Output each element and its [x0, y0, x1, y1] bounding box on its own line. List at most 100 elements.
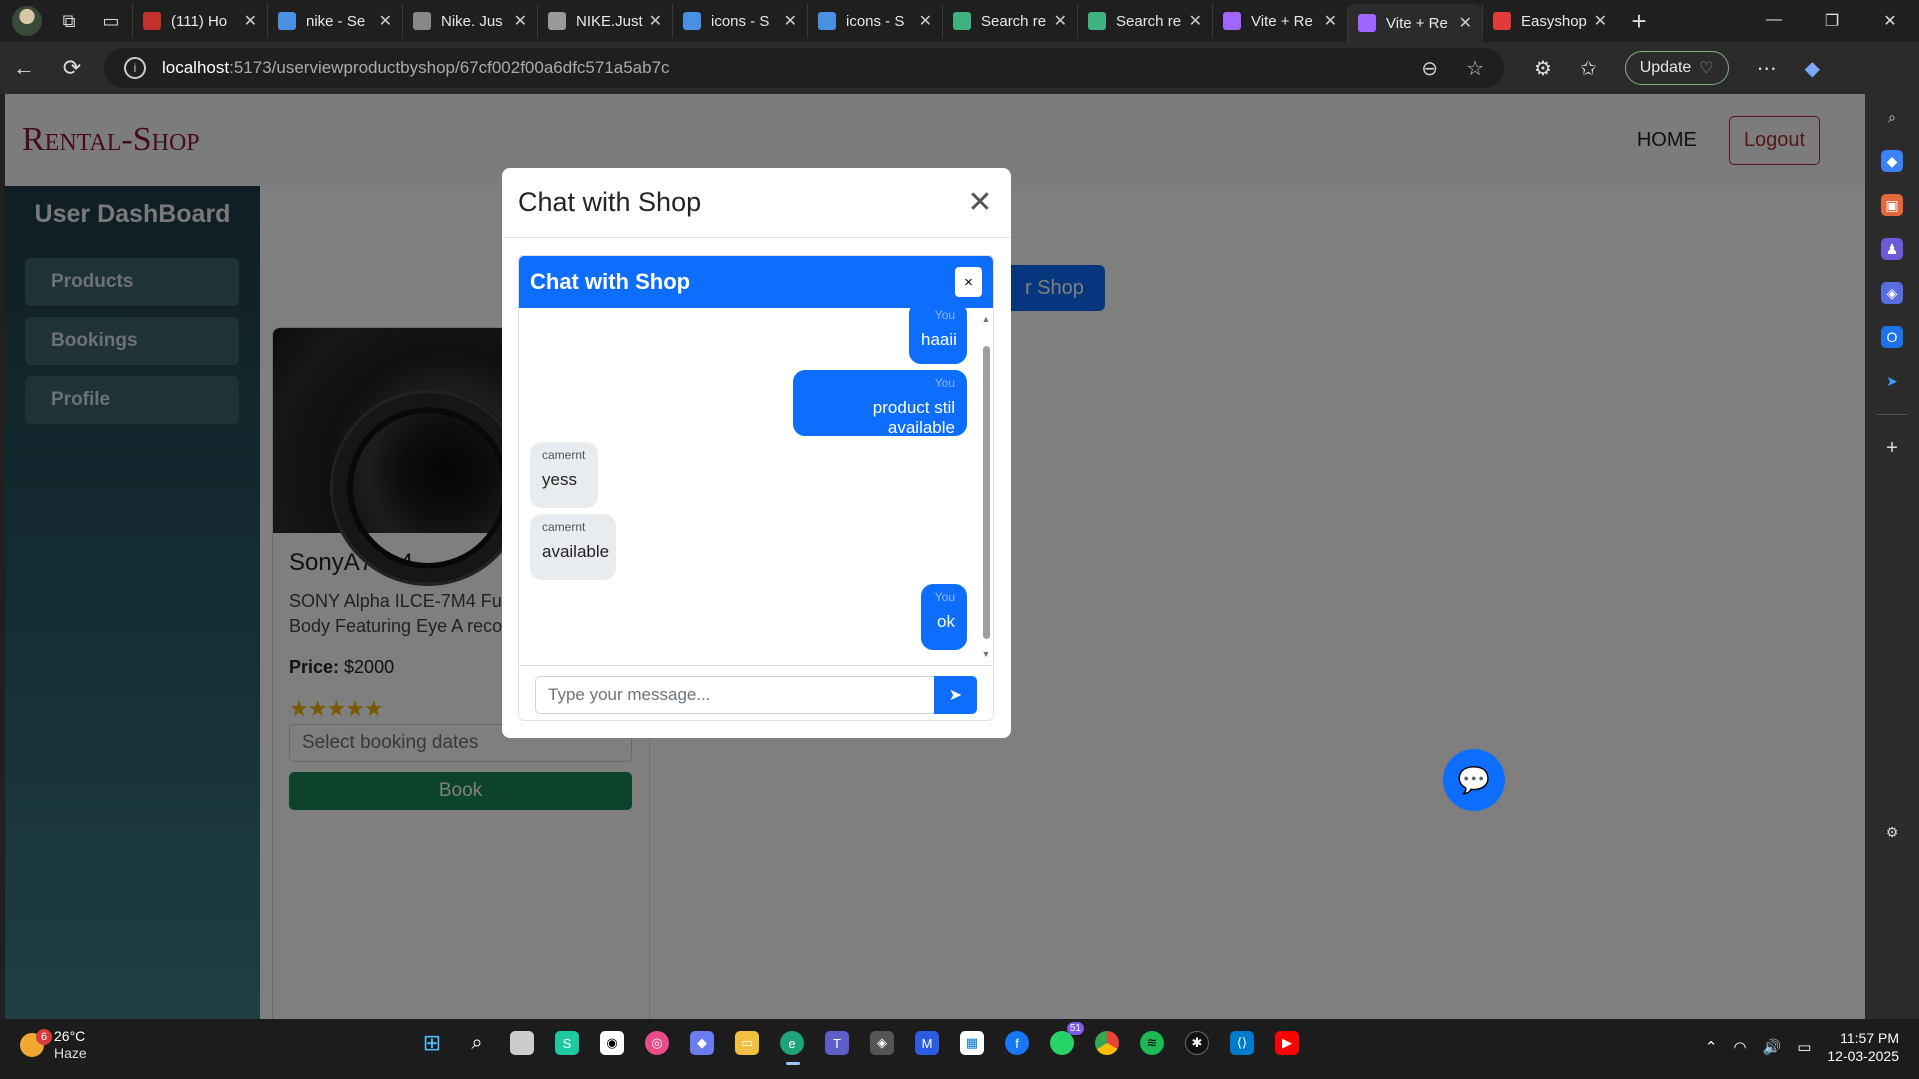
- task-view-icon[interactable]: [510, 1031, 534, 1055]
- games-icon[interactable]: ♟: [1881, 238, 1903, 260]
- minimize-icon[interactable]: —: [1745, 11, 1803, 31]
- app-dark-icon[interactable]: ◉: [600, 1031, 624, 1055]
- message-input[interactable]: Type your message...: [535, 676, 934, 714]
- settings-icon[interactable]: ⚙: [1881, 821, 1903, 843]
- file-explorer-icon[interactable]: ▭: [735, 1031, 759, 1055]
- copilot-app-icon[interactable]: ◆: [690, 1031, 714, 1055]
- shopping-tag-icon[interactable]: ◆: [1881, 150, 1903, 172]
- send-icon[interactable]: ➤: [1881, 370, 1903, 392]
- search-icon: [818, 12, 836, 30]
- new-tab-button[interactable]: +: [1617, 6, 1661, 37]
- tab-actions-icon[interactable]: ▭: [90, 0, 132, 42]
- browser-tab[interactable]: Search re ✕: [942, 4, 1077, 38]
- browser-tab[interactable]: Vite + Re ✕: [1347, 4, 1482, 42]
- teams-icon[interactable]: T: [825, 1031, 849, 1055]
- browser-tab[interactable]: Easyshop ✕: [1482, 4, 1617, 38]
- profile-avatar[interactable]: [12, 6, 42, 36]
- tab-close-icon[interactable]: ✕: [514, 11, 527, 31]
- browser-tab[interactable]: nike - Se ✕: [267, 4, 402, 38]
- vscode-icon[interactable]: ⟨⟩: [1230, 1031, 1254, 1055]
- scroll-down-icon[interactable]: ▼: [981, 649, 991, 659]
- toolbox-icon[interactable]: ▣: [1881, 194, 1903, 216]
- taskbar-apps: ⊞ ⌕ S ◉ ◎ ◆ ▭ e T ◈ M ▦ f 51 ≋ ✱ ⟨⟩ ▶: [420, 1022, 1299, 1065]
- message-list[interactable]: You haaii You product stil available cam…: [519, 308, 993, 665]
- edge-sidebar: ⌕ ◆ ▣ ♟ ◈ O ➤ + ⚙: [1865, 94, 1919, 1019]
- dribbble-icon[interactable]: ◎: [645, 1031, 669, 1055]
- tab-close-icon[interactable]: ✕: [784, 11, 797, 31]
- tab-label: Vite + Re: [1251, 12, 1313, 30]
- edge-icon[interactable]: e: [780, 1031, 804, 1065]
- copilot-sidebar-icon[interactable]: ◈: [1881, 282, 1903, 304]
- weather-badge: 6: [36, 1029, 52, 1045]
- search-icon[interactable]: ⌕: [465, 1031, 489, 1055]
- tab-close-icon[interactable]: ✕: [1594, 11, 1607, 31]
- tab-close-icon[interactable]: ✕: [244, 11, 257, 31]
- browser-tab[interactable]: icons - S ✕: [672, 4, 807, 38]
- outlook-icon[interactable]: O: [1881, 326, 1903, 348]
- facebook-icon[interactable]: f: [1005, 1031, 1029, 1055]
- browser-tab[interactable]: (111) Ho ✕: [132, 4, 267, 38]
- snipping-icon[interactable]: S: [555, 1031, 579, 1055]
- message-sender: camernt: [542, 448, 586, 462]
- add-icon[interactable]: +: [1881, 437, 1903, 459]
- tab-close-icon[interactable]: ✕: [379, 11, 392, 31]
- modal-close-icon[interactable]: ✕: [965, 185, 995, 220]
- chatgpt-icon[interactable]: ✱: [1185, 1031, 1209, 1055]
- url-host: localhost: [162, 58, 230, 77]
- chrome-icon[interactable]: [1095, 1031, 1119, 1055]
- scroll-up-icon[interactable]: ▲: [981, 314, 991, 324]
- wifi-icon[interactable]: ◠: [1733, 1038, 1746, 1056]
- mathcad-icon[interactable]: M: [915, 1031, 939, 1055]
- show-hidden-icon[interactable]: ⌃: [1705, 1038, 1718, 1056]
- send-button[interactable]: ➤: [934, 676, 977, 714]
- reader-icon[interactable]: ⊖: [1421, 56, 1438, 81]
- tab-label: Nike. Jus: [441, 12, 503, 30]
- tab-close-icon[interactable]: ✕: [1189, 11, 1202, 31]
- favorite-star-icon[interactable]: ☆: [1466, 56, 1484, 81]
- workspaces-icon[interactable]: ⧉: [48, 0, 90, 42]
- tab-label: nike - Se: [306, 12, 366, 30]
- vue-icon: [1088, 12, 1106, 30]
- message-bubble: You product stil available: [793, 370, 967, 437]
- copilot-icon[interactable]: ◆: [1805, 56, 1820, 81]
- battery-icon[interactable]: ▭: [1797, 1038, 1811, 1056]
- tab-close-icon[interactable]: ✕: [919, 11, 932, 31]
- search-icon: [278, 12, 296, 30]
- tab-close-icon[interactable]: ✕: [1459, 13, 1472, 33]
- store-icon[interactable]: ▦: [960, 1031, 984, 1055]
- chat-scrollbar[interactable]: ▲ ▼: [981, 314, 991, 659]
- chat-header: Chat with Shop ×: [519, 256, 993, 308]
- url-path: :5173/userviewproductbyshop/67cf002f00a6…: [229, 58, 670, 77]
- spotify-icon[interactable]: ≋: [1140, 1031, 1164, 1055]
- browser-tab[interactable]: Vite + Re ✕: [1212, 4, 1347, 38]
- refresh-icon[interactable]: ⟳: [48, 55, 96, 81]
- update-button[interactable]: Update ♡: [1624, 51, 1729, 85]
- browser-tab[interactable]: NIKE.Just ✕: [537, 4, 672, 38]
- tab-close-icon[interactable]: ✕: [1054, 11, 1067, 31]
- browser-tab[interactable]: Search re ✕: [1077, 4, 1212, 38]
- chat-close-button[interactable]: ×: [955, 267, 982, 297]
- clock[interactable]: 11:57 PM 12-03-2025: [1827, 1029, 1899, 1065]
- volume-icon[interactable]: 🔊: [1763, 1038, 1782, 1056]
- tab-label: (111) Ho: [171, 12, 228, 30]
- extensions-icon[interactable]: ⚙: [1534, 56, 1552, 81]
- weather-widget[interactable]: 6 26°C Haze: [20, 1028, 87, 1062]
- browser-tab[interactable]: icons - S ✕: [807, 4, 942, 38]
- close-window-icon[interactable]: ✕: [1861, 11, 1919, 31]
- restore-icon[interactable]: ❐: [1803, 11, 1861, 31]
- scroll-thumb[interactable]: [983, 346, 990, 639]
- more-menu-icon[interactable]: ⋯: [1757, 56, 1777, 81]
- floating-chat-button[interactable]: 💬: [1443, 749, 1505, 811]
- unity-icon[interactable]: ◈: [870, 1031, 894, 1055]
- search-icon[interactable]: ⌕: [1881, 106, 1903, 128]
- favorites-icon[interactable]: ✩: [1580, 56, 1597, 81]
- site-info-icon[interactable]: i: [124, 57, 146, 79]
- whatsapp-icon[interactable]: 51: [1050, 1022, 1084, 1055]
- url-field[interactable]: i localhost:5173/userviewproductbyshop/6…: [104, 48, 1504, 88]
- youtube-icon[interactable]: ▶: [1275, 1031, 1299, 1055]
- tab-close-icon[interactable]: ✕: [649, 11, 662, 31]
- browser-tab[interactable]: Nike. Jus ✕: [402, 4, 537, 38]
- start-icon[interactable]: ⊞: [420, 1030, 444, 1055]
- back-icon[interactable]: ←: [0, 55, 48, 81]
- tab-close-icon[interactable]: ✕: [1324, 11, 1337, 31]
